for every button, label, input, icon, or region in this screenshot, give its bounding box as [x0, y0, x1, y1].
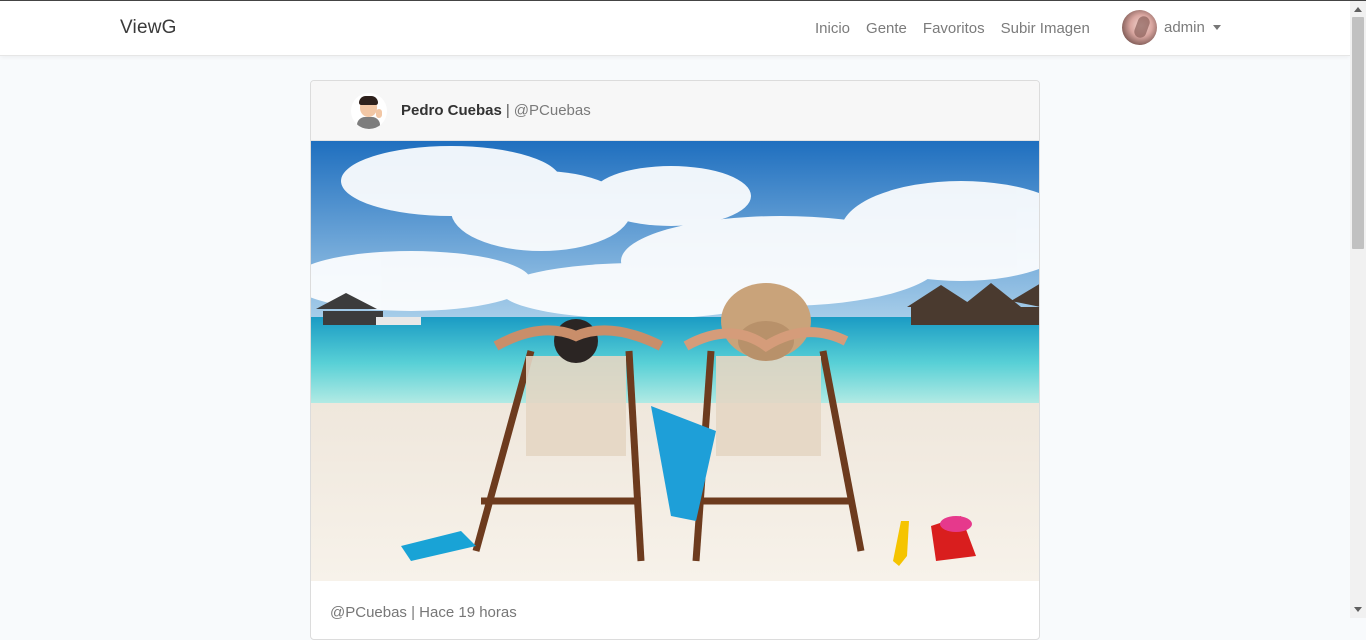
post-image[interactable]: [311, 141, 1040, 581]
author-nick[interactable]: @PCuebas: [514, 102, 591, 119]
scroll-thumb[interactable]: [1352, 17, 1364, 249]
author-line: Pedro Cuebas | @PCuebas: [401, 102, 591, 119]
author-separator: |: [505, 102, 510, 119]
nav-links: Inicio Gente Favoritos Subir Imagen: [815, 20, 1106, 37]
nav-link-subir-imagen[interactable]: Subir Imagen: [1001, 20, 1090, 37]
author-name[interactable]: Pedro Cuebas: [401, 102, 502, 119]
user-menu[interactable]: admin: [1122, 10, 1221, 45]
brand-logo[interactable]: ViewG: [120, 17, 177, 39]
scroll-down-arrow-icon[interactable]: [1354, 607, 1362, 612]
post-meta: @PCuebas | Hace 19 horas: [330, 604, 517, 621]
post-card: Pedro Cuebas | @PCuebas @PCuebas | Hace …: [310, 80, 1040, 640]
author-avatar[interactable]: [351, 92, 387, 129]
page-scrollbar[interactable]: [1350, 1, 1366, 618]
user-name[interactable]: admin: [1164, 19, 1205, 36]
post-header: Pedro Cuebas | @PCuebas: [311, 81, 1039, 141]
top-navbar: ViewG Inicio Gente Favoritos Subir Image…: [0, 1, 1350, 56]
nav-link-inicio[interactable]: Inicio: [815, 20, 850, 37]
nav-link-gente[interactable]: Gente: [866, 20, 907, 37]
avatar[interactable]: [1122, 10, 1157, 45]
scroll-up-arrow-icon[interactable]: [1354, 7, 1362, 12]
nav-link-favoritos[interactable]: Favoritos: [923, 20, 985, 37]
caret-down-icon[interactable]: [1212, 25, 1221, 30]
